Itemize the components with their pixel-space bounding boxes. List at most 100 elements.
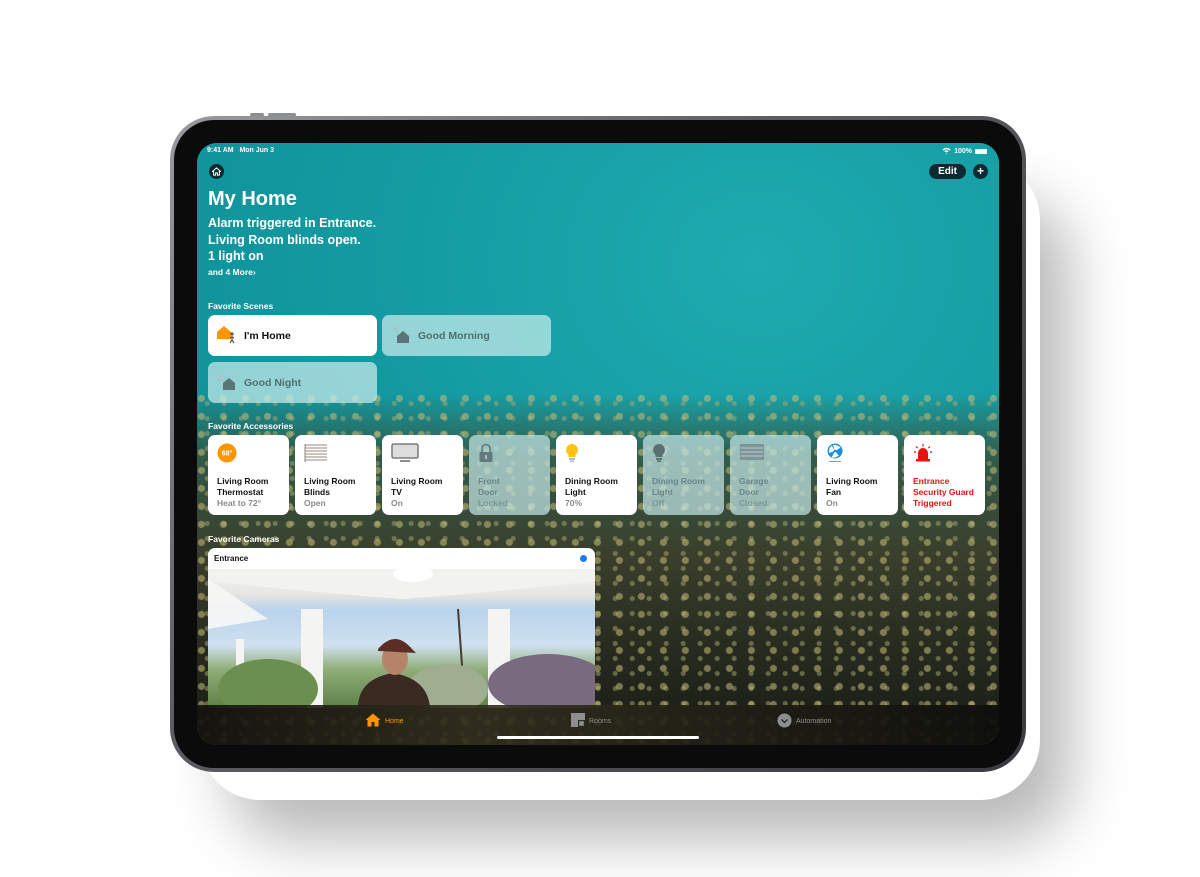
- home-settings-button[interactable]: [209, 164, 224, 179]
- alarm-siren-icon: [913, 443, 976, 467]
- accessory-state: Locked: [478, 498, 508, 508]
- scene-label: I'm Home: [244, 329, 291, 342]
- automation-icon: [777, 713, 792, 730]
- page-title: My Home: [208, 188, 297, 210]
- accessory-name: Entrance Security Guard Triggered: [913, 476, 974, 509]
- house-icon: [211, 163, 222, 181]
- accessory-name-line: Entrance: [913, 476, 950, 486]
- camera-feed-image: [208, 569, 595, 708]
- accessory-state: On: [826, 498, 838, 508]
- accessory-name: Living Room Blinds Open: [304, 476, 355, 509]
- section-label-scenes: Favorite Scenes: [208, 301, 274, 311]
- accessory-name-line: Fan: [826, 487, 842, 497]
- tv-icon: [391, 443, 454, 467]
- accessory-name-line: Door: [478, 487, 498, 497]
- accessory-state: Triggered: [913, 498, 952, 508]
- tab-label: Automation: [796, 718, 832, 725]
- accessory-name: Living Room TV On: [391, 476, 442, 509]
- rooms-icon: [571, 713, 585, 729]
- tab-bar: Home Rooms Automation: [197, 705, 999, 745]
- accessory-name-line: Light: [565, 487, 586, 497]
- tab-label: Rooms: [589, 717, 612, 725]
- lightbulb-off-icon: [652, 443, 715, 467]
- live-indicator: [580, 555, 587, 562]
- section-label-cameras: Favorite Cameras: [208, 534, 280, 544]
- accessory-dining-room-light-off[interactable]: Dining Room Light Off: [643, 435, 724, 515]
- accessory-name-line: Light: [652, 487, 673, 497]
- home-indicator[interactable]: [497, 736, 699, 739]
- arrive-home-icon: [216, 324, 238, 347]
- add-button[interactable]: +: [973, 164, 988, 179]
- accessory-name-line: Dining Room: [652, 476, 705, 486]
- accessory-living-room-thermostat[interactable]: 68° Living Room Thermostat Heat to 72°: [208, 435, 289, 515]
- summary-line: Alarm triggered in Entrance.: [208, 216, 377, 230]
- accessory-living-room-tv[interactable]: Living Room TV On: [382, 435, 463, 515]
- accessory-name-line: TV: [391, 487, 402, 497]
- battery-icon: [975, 149, 987, 154]
- accessory-name-line: Door: [739, 487, 759, 497]
- status-bar-right: 100%: [942, 147, 987, 156]
- accessory-name-line: Living Room: [217, 476, 269, 486]
- home-status-summary: Alarm triggered in Entrance. Living Room…: [208, 215, 376, 265]
- status-date: Mon Jun 3: [239, 147, 275, 154]
- accessory-name-line: Front: [478, 476, 500, 486]
- camera-feed[interactable]: [208, 569, 595, 708]
- scene-im-home[interactable]: I'm Home: [208, 315, 377, 356]
- accessory-name: Dining Room Light Off: [652, 476, 705, 509]
- scene-label: Good Night: [244, 376, 302, 389]
- accessory-name: Dining Room Light 70%: [565, 476, 618, 509]
- accessory-state: 70%: [565, 498, 583, 508]
- thermostat-temp: 68°: [222, 450, 233, 458]
- accessory-name: Living Room Fan On: [826, 476, 877, 509]
- garage-door-icon: [739, 443, 802, 467]
- scene-good-night[interactable]: Good Night: [208, 362, 377, 403]
- accessory-entrance-security-guard[interactable]: Entrance Security Guard Triggered: [904, 435, 985, 515]
- edit-button[interactable]: Edit: [929, 164, 966, 179]
- accessory-name-line: Thermostat: [217, 487, 264, 497]
- accessory-name-line: Dining Room: [565, 476, 618, 486]
- accessory-state: Off: [652, 498, 665, 508]
- accessory-name: Living Room Thermostat Heat to 72°: [217, 476, 268, 509]
- sun-house-icon: [390, 324, 412, 347]
- status-time: 9:41 AM: [207, 147, 234, 154]
- blinds-icon: [304, 443, 367, 467]
- accessory-name-line: Garage: [739, 476, 769, 486]
- accessory-name-line: Living Room: [826, 476, 878, 486]
- lock-icon: [478, 443, 541, 467]
- camera-header: Entrance: [208, 548, 595, 569]
- accessory-name-line: Living Room: [304, 476, 356, 486]
- accessory-state: Open: [304, 498, 326, 508]
- camera-name: Entrance: [214, 554, 249, 563]
- lightbulb-on-icon: [565, 443, 628, 467]
- battery-percent: 100%: [954, 148, 972, 155]
- accessory-name-line: Living Room: [391, 476, 443, 486]
- section-label-accessories: Favorite Accessories: [208, 421, 294, 431]
- tab-label: Home: [385, 717, 404, 725]
- accessory-name-line: Security Guard: [913, 487, 974, 497]
- wifi-icon: [942, 147, 951, 156]
- summary-line: Living Room blinds open.: [208, 232, 361, 247]
- accessory-front-door[interactable]: Front Door Locked: [469, 435, 550, 515]
- thermostat-icon: 68°: [217, 443, 280, 467]
- tab-rooms[interactable]: Rooms: [571, 713, 611, 729]
- tab-home[interactable]: Home: [365, 713, 404, 729]
- accessory-living-room-blinds[interactable]: Living Room Blinds Open: [295, 435, 376, 515]
- summary-line: 1 light on: [208, 249, 264, 263]
- house-icon: [365, 713, 381, 729]
- accessory-state: Closed: [739, 498, 768, 508]
- moon-house-icon: [216, 371, 238, 394]
- accessory-name: Front Door Locked: [478, 476, 508, 509]
- scene-label: Good Morning: [418, 329, 490, 342]
- status-bar-left: 9:41 AM Mon Jun 3: [207, 147, 274, 154]
- camera-entrance[interactable]: Entrance: [208, 548, 595, 708]
- tab-automation[interactable]: Automation: [777, 713, 831, 730]
- scene-good-morning[interactable]: Good Morning: [382, 315, 551, 356]
- accessory-dining-room-light-on[interactable]: Dining Room Light 70%: [556, 435, 637, 515]
- accessory-state: Heat to 72°: [217, 498, 262, 508]
- home-app-screen: 9:41 AM Mon Jun 3 100% Edit + My Home Al…: [197, 143, 999, 745]
- accessory-garage-door[interactable]: Garage Door Closed: [730, 435, 811, 515]
- more-status-link[interactable]: and 4 More›: [208, 267, 256, 277]
- accessory-state: On: [391, 498, 403, 508]
- accessory-name: Garage Door Closed: [739, 476, 768, 509]
- accessory-living-room-fan[interactable]: Living Room Fan On: [817, 435, 898, 515]
